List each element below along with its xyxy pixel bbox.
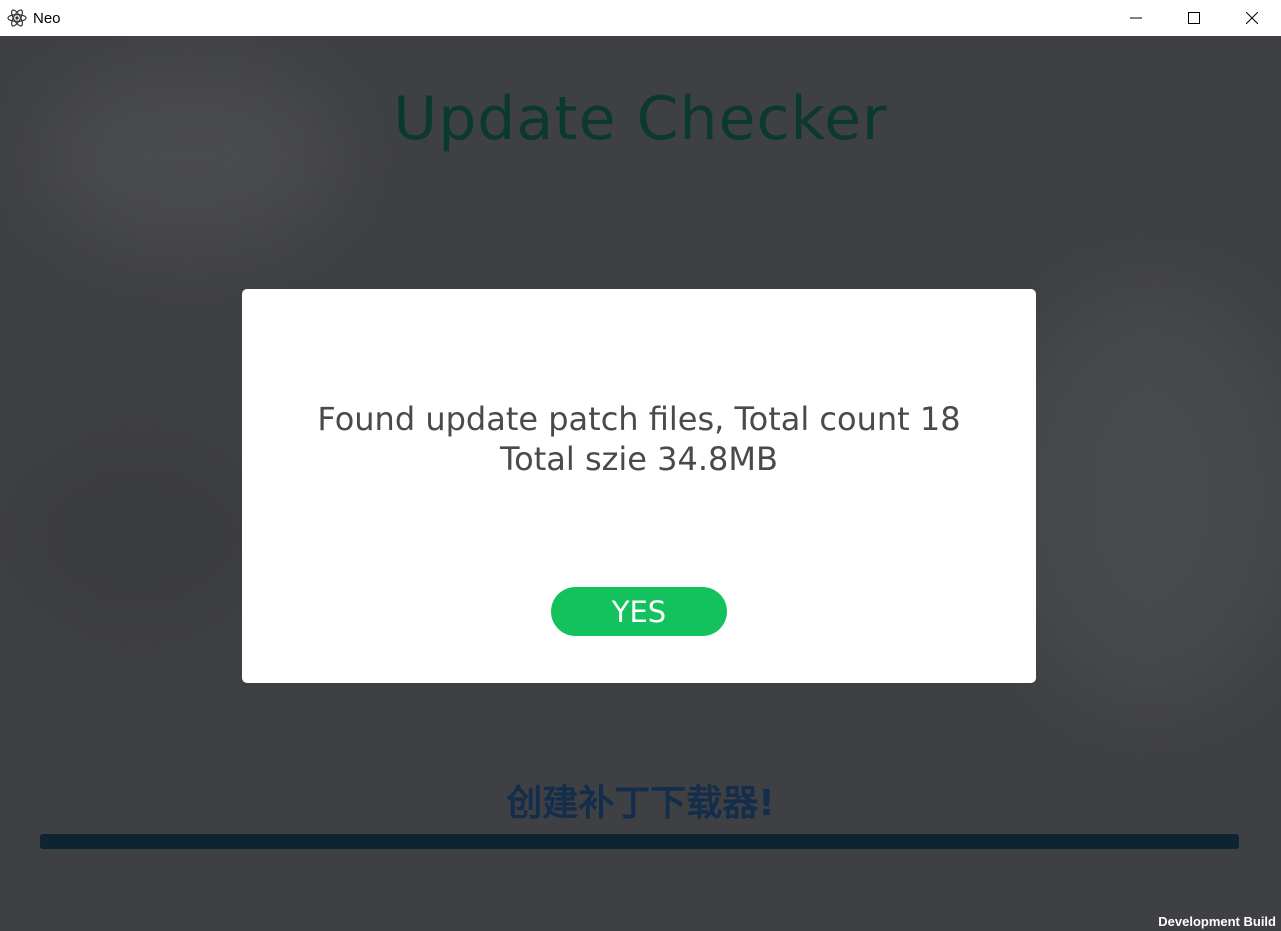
update-dialog: Found update patch files, Total count 18… bbox=[242, 289, 1036, 683]
dialog-message-line: Found update patch files, Total count 18 bbox=[317, 400, 961, 438]
minimize-button[interactable] bbox=[1107, 0, 1165, 36]
maximize-button[interactable] bbox=[1165, 0, 1223, 36]
close-button[interactable] bbox=[1223, 0, 1281, 36]
page-title: Update Checker bbox=[393, 84, 888, 154]
dialog-message-line: Total szie 34.8MB bbox=[500, 440, 778, 478]
status-text: 创建补丁下载器! bbox=[506, 783, 775, 824]
background-glow bbox=[20, 456, 260, 616]
title-bar[interactable]: Neo bbox=[0, 0, 1281, 36]
app-window: Neo Update Checker 创建补丁下载器! Development … bbox=[0, 0, 1281, 931]
background-glow bbox=[1000, 286, 1281, 706]
window-title: Neo bbox=[33, 9, 61, 27]
build-label: Development Build bbox=[1158, 914, 1276, 929]
yes-button[interactable]: YES bbox=[551, 587, 727, 636]
atom-icon bbox=[7, 8, 27, 28]
app-content: Update Checker 创建补丁下载器! Development Buil… bbox=[0, 36, 1281, 931]
dialog-message: Found update patch files, Total count 18… bbox=[242, 399, 1036, 479]
minimize-icon bbox=[1130, 9, 1142, 28]
window-controls bbox=[1107, 0, 1281, 36]
close-icon bbox=[1245, 9, 1259, 28]
progress-bar bbox=[40, 834, 1239, 849]
maximize-icon bbox=[1188, 9, 1200, 28]
